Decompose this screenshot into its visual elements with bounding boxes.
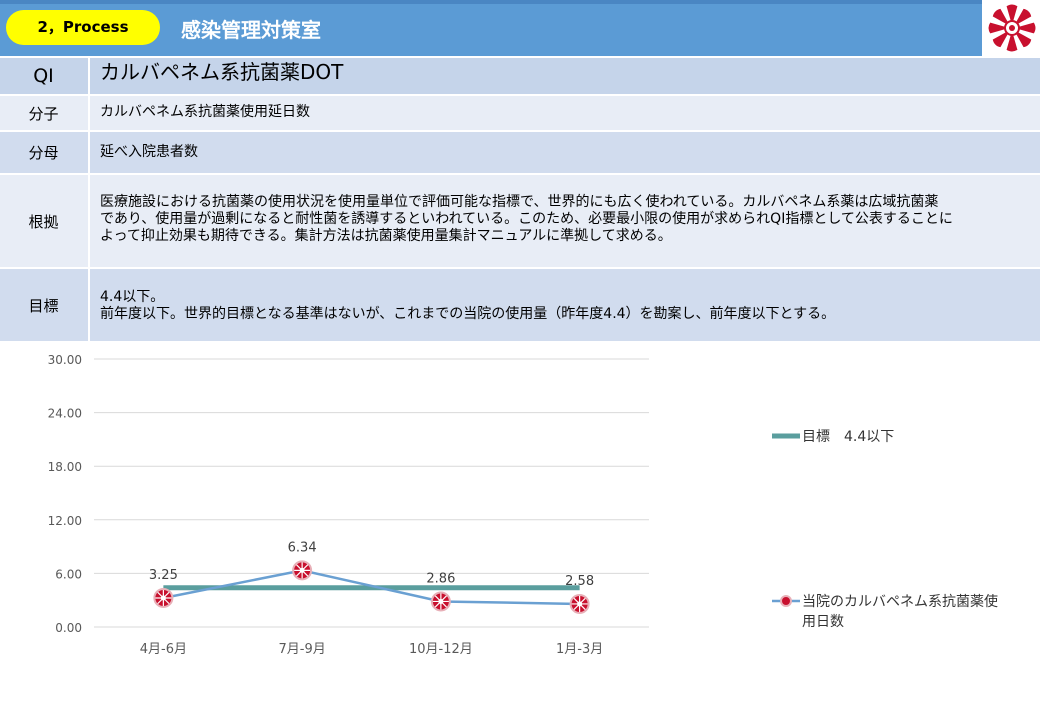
target-text: 4.4以下。 前年度以下。世界的目標となる基準はないが、これまでの当院の使用量（… [100, 289, 1022, 323]
qi-row: QI カルバペネム系抗菌薬DOT [0, 58, 1040, 96]
section-badge: 2，Process [6, 10, 160, 45]
target-row: 目標 4.4以下。 前年度以下。世界的目標となる基準はないが、これまでの当院の使… [0, 269, 1040, 343]
y-tick-label: 0.00 [55, 621, 82, 635]
legend-actual-label-1: 当院のカルバペネム系抗菌薬使 [802, 593, 998, 610]
denominator-value: 延べ入院患者数 [100, 144, 198, 160]
actual-data-point [153, 587, 174, 608]
data-label: 2.86 [426, 571, 455, 586]
data-label: 6.34 [288, 540, 317, 555]
y-tick-label: 24.00 [48, 407, 82, 421]
header-strip [0, 0, 982, 4]
denominator-row: 分母 延べ入院患者数 [0, 132, 1040, 175]
hospital-logo-icon [985, 1, 1039, 55]
y-tick-label: 6.00 [55, 567, 82, 581]
rationale-label: 根拠 [28, 212, 59, 231]
legend-actual-marker [780, 595, 792, 607]
numerator-value: カルバペネム系抗菌薬使用延日数 [100, 104, 310, 120]
y-tick-label: 30.00 [48, 353, 82, 367]
legend-actual-label-2: 用日数 [802, 614, 844, 630]
actual-data-point [430, 591, 451, 612]
qi-label: QI [33, 65, 54, 87]
legend-target-label: 目標 4.4以下 [802, 429, 894, 445]
numerator-label: 分子 [28, 104, 59, 123]
qi-table: QI カルバペネム系抗菌薬DOT 分子 カルバペネム系抗菌薬使用延日数 分母 延… [0, 58, 1040, 343]
rationale-line: よって抑止効果も期待できる。集計方法は抗菌薬使用量集計マニュアルに準拠して求める… [100, 228, 672, 244]
header-bar: 2，Process 感染管理対策室 [0, 0, 982, 56]
x-tick-label: 7月-9月 [279, 642, 326, 657]
data-label: 2.58 [565, 574, 594, 589]
qi-value: カルバペネム系抗菌薬DOT [100, 60, 344, 84]
target-line: 前年度以下。世界的目標となる基準はないが、これまでの当院の使用量（昨年度4.4）… [100, 306, 836, 322]
denominator-label: 分母 [28, 144, 59, 162]
data-label: 3.25 [149, 568, 178, 583]
x-tick-label: 4月-6月 [140, 642, 187, 657]
x-tick-label: 1月-3月 [556, 642, 603, 657]
target-label: 目標 [28, 296, 59, 315]
actual-data-point [292, 560, 313, 581]
rationale-line: であり、使用量が過剰になると耐性菌を誘導するといわれている。このため、必要最小限… [100, 211, 953, 227]
target-line: 4.4以下。 [100, 289, 165, 305]
department-title: 感染管理対策室 [181, 18, 321, 42]
rationale-line: 医療施設における抗菌薬の使用状況を使用量単位で評価可能な指標で、世界的にも広く使… [100, 194, 939, 210]
x-tick-label: 10月-12月 [409, 642, 473, 657]
rationale-row: 根拠 医療施設における抗菌薬の使用状況を使用量単位で評価可能な指標で、世界的にも… [0, 175, 1040, 269]
actual-data-point [569, 593, 590, 614]
y-tick-label: 12.00 [48, 514, 82, 528]
numerator-row: 分子 カルバペネム系抗菌薬使用延日数 [0, 96, 1040, 132]
y-tick-label: 18.00 [48, 460, 82, 474]
dot-line-chart: 0.00 6.00 12.00 18.00 24.00 30.00 4月-6月 7月-9月 1… [48, 353, 998, 657]
rationale-text: 医療施設における抗菌薬の使用状況を使用量単位で評価可能な指標で、世界的にも広く使… [100, 194, 1022, 245]
